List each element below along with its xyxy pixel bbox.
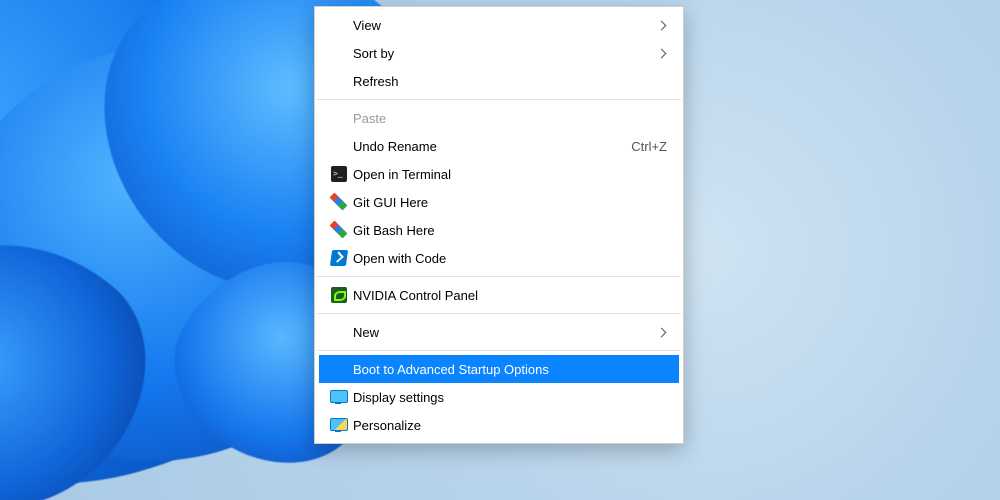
- menu-item-label: New: [353, 325, 658, 340]
- chevron-right-icon: [657, 327, 667, 337]
- desktop-context-menu: View Sort by Refresh Paste Undo Rename C…: [314, 6, 684, 444]
- menu-item-label: Personalize: [353, 418, 667, 433]
- menu-item-label: NVIDIA Control Panel: [353, 288, 667, 303]
- menu-item-label: View: [353, 18, 658, 33]
- nvidia-icon: [331, 287, 347, 303]
- chevron-right-icon: [657, 20, 667, 30]
- git-icon: [331, 222, 347, 238]
- menu-item-git-gui-here[interactable]: Git GUI Here: [319, 188, 679, 216]
- menu-item-sort-by[interactable]: Sort by: [319, 39, 679, 67]
- menu-item-label: Boot to Advanced Startup Options: [353, 362, 667, 377]
- menu-item-label: Git GUI Here: [353, 195, 667, 210]
- menu-separator: [317, 350, 681, 351]
- git-icon: [331, 194, 347, 210]
- monitor-icon: [330, 390, 348, 403]
- menu-item-shortcut: Ctrl+Z: [631, 139, 667, 154]
- menu-separator: [317, 99, 681, 100]
- menu-item-refresh[interactable]: Refresh: [319, 67, 679, 95]
- menu-item-label: Paste: [353, 111, 667, 126]
- menu-item-label: Refresh: [353, 74, 667, 89]
- menu-item-label: Open in Terminal: [353, 167, 667, 182]
- menu-item-personalize[interactable]: Personalize: [319, 411, 679, 439]
- menu-item-view[interactable]: View: [319, 11, 679, 39]
- menu-item-label: Sort by: [353, 46, 658, 61]
- terminal-icon: [331, 166, 347, 182]
- menu-item-nvidia-control-panel[interactable]: NVIDIA Control Panel: [319, 281, 679, 309]
- menu-separator: [317, 276, 681, 277]
- menu-item-label: Undo Rename: [353, 139, 631, 154]
- menu-item-new[interactable]: New: [319, 318, 679, 346]
- menu-item-open-in-terminal[interactable]: Open in Terminal: [319, 160, 679, 188]
- vscode-icon: [330, 250, 348, 266]
- menu-item-paste: Paste: [319, 104, 679, 132]
- personalize-icon: [330, 418, 348, 431]
- menu-item-label: Display settings: [353, 390, 667, 405]
- desktop-wallpaper[interactable]: View Sort by Refresh Paste Undo Rename C…: [0, 0, 1000, 500]
- menu-item-label: Git Bash Here: [353, 223, 667, 238]
- chevron-right-icon: [657, 48, 667, 58]
- menu-item-boot-advanced-startup[interactable]: Boot to Advanced Startup Options: [319, 355, 679, 383]
- menu-separator: [317, 313, 681, 314]
- menu-item-git-bash-here[interactable]: Git Bash Here: [319, 216, 679, 244]
- menu-item-label: Open with Code: [353, 251, 667, 266]
- menu-item-open-with-code[interactable]: Open with Code: [319, 244, 679, 272]
- menu-item-display-settings[interactable]: Display settings: [319, 383, 679, 411]
- menu-item-undo-rename[interactable]: Undo Rename Ctrl+Z: [319, 132, 679, 160]
